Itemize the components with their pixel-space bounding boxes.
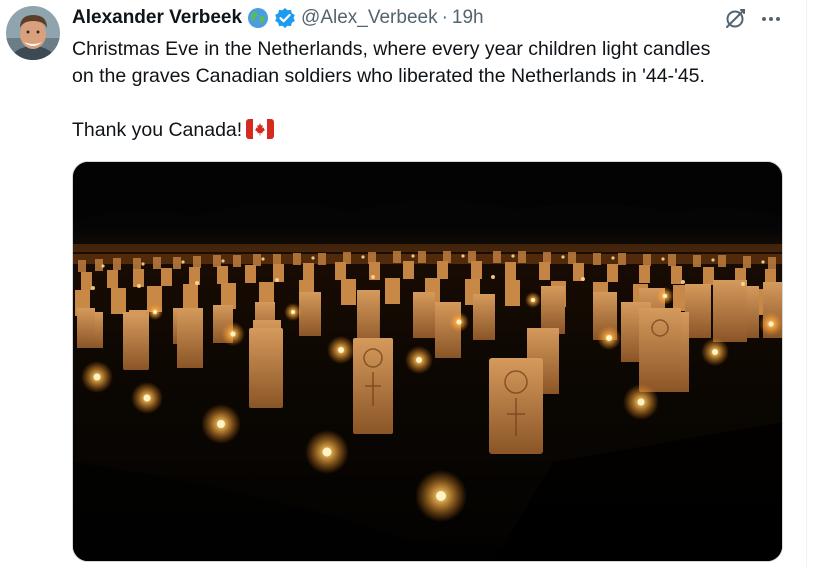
more-options-icon [762,17,780,21]
avatar-photo [6,6,60,60]
author-avatar[interactable] [6,6,60,60]
grok-button[interactable] [722,6,748,32]
more-options-button[interactable] [758,6,784,32]
tweet-text-line: Thank you Canada! [72,117,792,147]
cemetery-candles-photo [73,162,782,561]
tweet-header: Alexander Verbeek @Alex_Verbeek · 19h [72,5,484,31]
globe-earth-icon [247,7,269,29]
tweet-media-photo[interactable] [72,161,783,562]
tweet-text-thanks: Thank you Canada! [72,119,243,141]
tweet-text-line: on the graves Canadian soldiers who libe… [72,65,705,87]
tweet-timestamp[interactable]: 19h [452,7,484,29]
tweet-text-line: Christmas Eve in the Netherlands, where … [72,38,711,60]
grok-icon [726,9,745,28]
tweet-article[interactable]: Alexander Verbeek @Alex_Verbeek · 19h Ch… [0,0,820,567]
separator-dot: · [441,7,448,28]
column-divider [806,0,807,567]
author-handle[interactable]: @Alex_Verbeek [301,7,438,29]
tweet-text: Christmas Eve in the Netherlands, where … [72,36,792,147]
canada-flag-icon [246,119,275,147]
author-display-name[interactable]: Alexander Verbeek [72,7,242,29]
verified-badge-icon[interactable] [274,7,296,29]
